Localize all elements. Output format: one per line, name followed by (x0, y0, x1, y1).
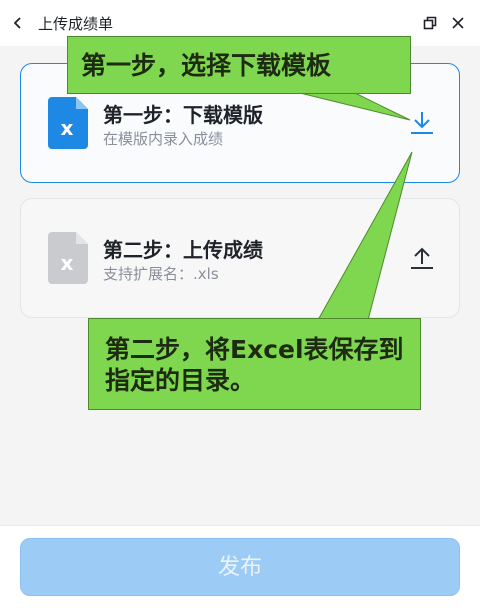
footer-bar: 发布 (0, 525, 480, 608)
annotation-callout: 第一步，选择下载模板 (67, 36, 411, 94)
annotation-callout: 第二步，将Excel表保存到指定的目录。 (88, 318, 421, 410)
publish-button[interactable]: 发布 (20, 538, 460, 596)
